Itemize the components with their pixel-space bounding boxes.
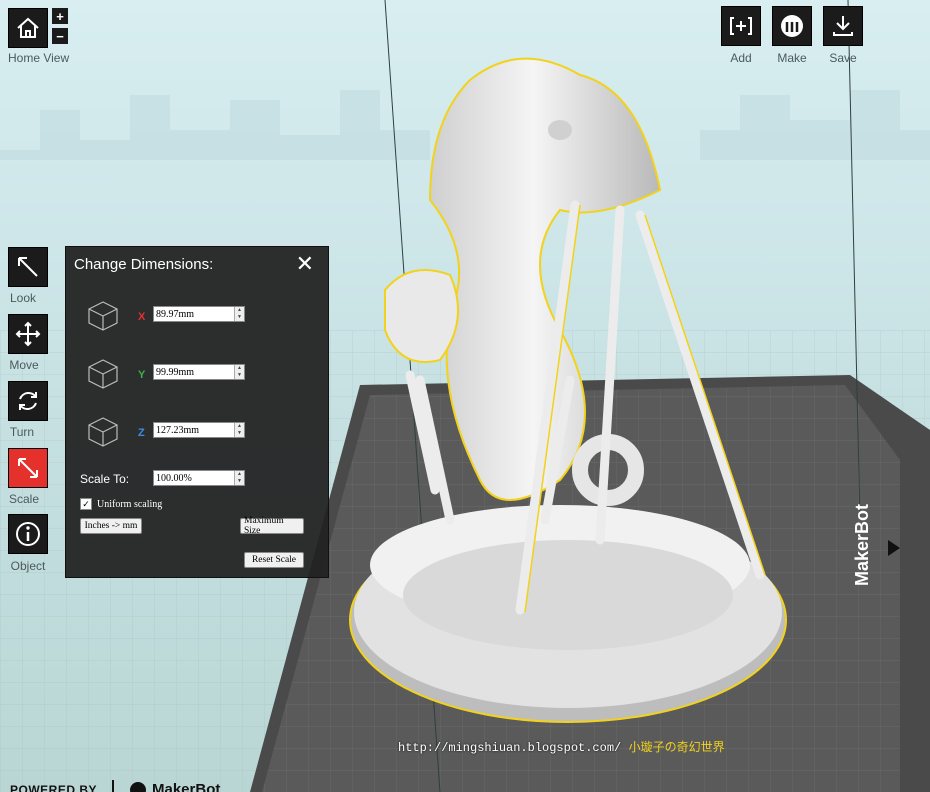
look-arrow-icon [18, 257, 38, 277]
scale-arrow-icon [18, 458, 38, 478]
footer-divider [112, 780, 114, 792]
change-dimensions-panel: Change Dimensions: ✕ X ▲▼ Y ▲▼ Z ▲▼ Scal… [65, 246, 329, 578]
maximum-size-button[interactable]: Maximum Size [240, 516, 304, 536]
uniform-scaling-checkbox[interactable]: ✓ [80, 498, 92, 510]
makerbot-m-icon [781, 15, 803, 37]
zoom-out-button[interactable]: − [52, 28, 68, 44]
y-up-arrow-icon[interactable]: ▲ [235, 365, 244, 372]
scale-button[interactable] [8, 448, 48, 488]
scale-up-arrow-icon[interactable]: ▲ [235, 471, 244, 478]
make-button[interactable] [772, 6, 812, 46]
object-label: Object [10, 559, 46, 573]
z-axis-letter: Z [138, 427, 145, 439]
y-axis-letter: Y [138, 369, 146, 381]
turn-label: Turn [9, 425, 35, 439]
home-view-label: Home View [8, 51, 70, 65]
x-down-arrow-icon[interactable]: ▼ [235, 314, 244, 321]
x-dimension-stepper[interactable]: ▲▼ [153, 306, 245, 322]
x-axis-box-icon [88, 301, 118, 331]
scale-percent-input[interactable] [154, 471, 234, 485]
watermark: http://mingshiuan.blogspot.com/ 小璇子の奇幻世界 [398, 738, 725, 755]
plate-brand: MakerBot [852, 504, 872, 586]
add-icon [730, 17, 752, 35]
z-down-arrow-icon[interactable]: ▼ [235, 430, 244, 437]
download-icon [833, 16, 853, 36]
footer-brand: MakerBot [152, 781, 221, 792]
z-dimension-stepper[interactable]: ▲▼ [153, 422, 245, 438]
footer-bar: POWERED BY MakerBot [0, 772, 930, 792]
makerbot-logo-icon [130, 782, 146, 792]
powered-by-label: POWERED BY [10, 783, 98, 792]
uniform-scaling-row: ✓ Uniform scaling [80, 498, 162, 510]
turn-button[interactable] [8, 381, 48, 421]
rotate-icon [19, 392, 37, 410]
y-dimension-input[interactable] [154, 365, 234, 379]
scale-percent-stepper[interactable]: ▲▼ [153, 470, 245, 486]
look-label: Look [9, 291, 37, 305]
move-label: Move [9, 358, 39, 372]
add-button[interactable] [721, 6, 761, 46]
z-up-arrow-icon[interactable]: ▲ [235, 423, 244, 430]
uniform-scaling-label: Uniform scaling [97, 498, 163, 510]
save-label: Save [829, 51, 857, 65]
z-axis-box-icon [88, 417, 118, 447]
info-icon [16, 522, 40, 546]
close-icon[interactable]: ✕ [296, 253, 314, 275]
z-dimension-row: Z ▲▼ [86, 413, 245, 454]
y-down-arrow-icon[interactable]: ▼ [235, 372, 244, 379]
zoom-in-button[interactable]: + [52, 8, 68, 24]
scale-label: Scale [8, 492, 40, 506]
scale-to-label: Scale To: [80, 472, 130, 486]
home-view-button[interactable] [8, 8, 48, 48]
reset-scale-button[interactable]: Reset Scale [244, 552, 304, 568]
y-dimension-row: Y ▲▼ [86, 355, 245, 396]
move-button[interactable] [8, 314, 48, 354]
watermark-name: 小璇子の奇幻世界 [628, 740, 725, 754]
save-button[interactable] [823, 6, 863, 46]
y-axis-box-icon [88, 359, 118, 389]
home-icon [17, 17, 39, 38]
x-dimension-row: X ▲▼ [86, 297, 245, 338]
x-axis-letter: X [138, 311, 146, 323]
object-button[interactable] [8, 514, 48, 554]
z-dimension-input[interactable] [154, 423, 234, 437]
x-dimension-input[interactable] [154, 307, 234, 321]
inches-to-mm-button[interactable]: Inches -> mm [80, 518, 142, 534]
panel-title: Change Dimensions: [74, 256, 214, 273]
move-cross-icon [15, 321, 41, 347]
y-dimension-stepper[interactable]: ▲▼ [153, 364, 245, 380]
look-button[interactable] [8, 247, 48, 287]
watermark-url: http://mingshiuan.blogspot.com/ [398, 741, 622, 755]
scale-down-arrow-icon[interactable]: ▼ [235, 478, 244, 485]
x-up-arrow-icon[interactable]: ▲ [235, 307, 244, 314]
